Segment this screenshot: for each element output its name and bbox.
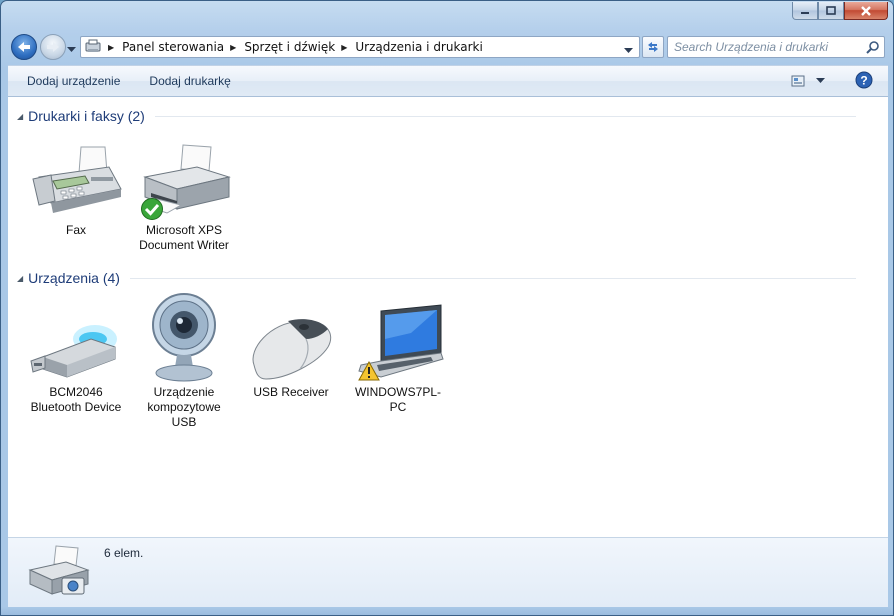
- collapse-icon[interactable]: ◢: [17, 274, 23, 283]
- search-input[interactable]: [674, 40, 874, 54]
- close-icon: [861, 5, 871, 16]
- breadcrumb-item[interactable]: ▶ Sprzęt i dźwięk: [224, 37, 335, 57]
- arrow-right-icon: [47, 42, 59, 52]
- device-item-usb-receiver[interactable]: USB Receiver: [241, 295, 341, 400]
- devices-view: ◢ Drukarki i faksy (2) Fax Microsoft XPS…: [8, 97, 888, 537]
- minimize-icon: [801, 11, 809, 14]
- fax-icon: [32, 146, 122, 213]
- breadcrumb-item[interactable]: ▶ Urządzenia i drukarki: [335, 37, 483, 57]
- group-divider: [154, 115, 856, 117]
- chevron-right-icon: ▶: [341, 42, 348, 52]
- command-bar: Dodaj urządzenie Dodaj drukarkę ?: [8, 65, 888, 97]
- group-header-printers[interactable]: ◢ Drukarki i faksy (2): [8, 105, 868, 127]
- device-item-bluetooth[interactable]: BCM2046 Bluetooth Device: [26, 295, 126, 415]
- maximize-icon: [826, 6, 836, 15]
- search-button[interactable]: [866, 40, 880, 57]
- group-header-devices[interactable]: ◢ Urządzenia (4): [8, 267, 868, 289]
- device-item-xps-writer[interactable]: Microsoft XPS Document Writer: [134, 133, 234, 253]
- add-printer-button[interactable]: Dodaj drukarkę: [134, 74, 244, 88]
- address-bar[interactable]: ▶ Panel sterowania ▶ Sprzęt i dźwięk ▶ U…: [80, 36, 640, 58]
- arrow-left-icon: [18, 42, 30, 52]
- breadcrumb-label: Panel sterowania: [122, 40, 225, 54]
- item-icon-wrap: [26, 133, 126, 221]
- forward-button[interactable]: [40, 34, 66, 60]
- device-item-fax[interactable]: Fax: [26, 133, 126, 238]
- help-icon: ?: [855, 71, 873, 88]
- search-icon: [866, 41, 879, 54]
- warning-icon: [358, 361, 380, 381]
- address-history-button[interactable]: [624, 43, 633, 57]
- control-panel-icon: [85, 39, 101, 52]
- help-button[interactable]: ?: [855, 71, 873, 92]
- item-icon-wrap: [134, 293, 234, 383]
- devices-printers-icon: [28, 545, 90, 595]
- chevron-right-icon: ▶: [230, 42, 237, 52]
- item-count: 6 elem.: [104, 546, 144, 560]
- add-device-button[interactable]: Dodaj urządzenie: [8, 74, 134, 88]
- refresh-icon: [648, 42, 658, 52]
- device-item-computer[interactable]: WINDOWS7PL-PC: [348, 295, 448, 415]
- group-title: Urządzenia (4): [28, 270, 120, 286]
- minimize-button[interactable]: [792, 2, 818, 20]
- item-icon-wrap: [134, 133, 234, 221]
- chevron-down-icon: [816, 78, 825, 83]
- item-label: BCM2046 Bluetooth Device: [30, 385, 122, 414]
- item-label: Microsoft XPS Document Writer: [139, 223, 229, 252]
- navigation-bar: ▶ Panel sterowania ▶ Sprzęt i dźwięk ▶ U…: [9, 31, 887, 63]
- webcam-icon: [152, 293, 216, 382]
- details-pane: 6 elem.: [8, 537, 888, 607]
- close-button[interactable]: [844, 2, 888, 20]
- command-bar-right: ?: [791, 66, 888, 96]
- maximize-button[interactable]: [818, 2, 844, 20]
- group-divider: [129, 277, 856, 279]
- item-label: Urządzenie kompozytowe USB: [147, 385, 221, 429]
- item-label: WINDOWS7PL-PC: [354, 385, 441, 414]
- collapse-icon[interactable]: ◢: [17, 112, 23, 121]
- item-icon-wrap: [241, 295, 341, 383]
- group-title: Drukarki i faksy (2): [28, 108, 145, 124]
- breadcrumb-label: Sprzęt i dźwięk: [244, 40, 336, 54]
- chevron-down-icon: [67, 47, 76, 52]
- breadcrumb-label: Urządzenia i drukarki: [355, 40, 483, 54]
- back-button[interactable]: [11, 34, 37, 60]
- item-icon-wrap: [26, 295, 126, 383]
- default-check-icon: [141, 198, 163, 220]
- item-label: Fax: [65, 223, 86, 237]
- view-options-icon: [791, 75, 805, 87]
- item-label: USB Receiver: [253, 385, 329, 399]
- chevron-right-icon: ▶: [108, 42, 115, 52]
- window-bottom-border: [1, 607, 893, 615]
- refresh-button[interactable]: [642, 36, 664, 58]
- item-icon-wrap: [348, 295, 448, 383]
- usb-dongle-icon: [30, 325, 117, 378]
- window: ▶ Panel sterowania ▶ Sprzęt i dźwięk ▶ U…: [0, 0, 894, 616]
- mouse-icon: [252, 319, 332, 380]
- breadcrumb-item[interactable]: ▶ Panel sterowania: [102, 37, 224, 57]
- change-view-button[interactable]: [791, 74, 827, 88]
- svg-text:?: ?: [860, 73, 867, 87]
- chevron-down-icon: [624, 48, 633, 53]
- recent-pages-button[interactable]: [67, 42, 76, 56]
- device-item-usb-composite[interactable]: Urządzenie kompozytowe USB: [134, 293, 234, 430]
- search-box[interactable]: [667, 36, 885, 58]
- caption-buttons: [792, 2, 888, 20]
